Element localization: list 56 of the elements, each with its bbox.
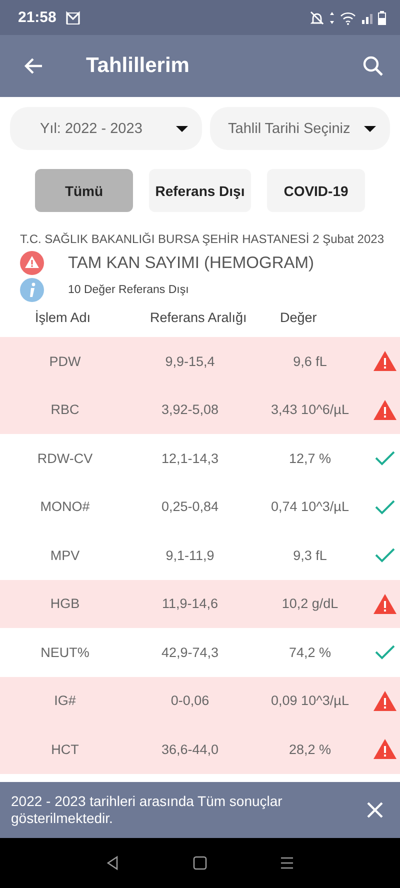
filter-tab[interactable]: Referans Dışı bbox=[149, 169, 251, 212]
result-value: 10,2 g/dL bbox=[282, 596, 338, 612]
report-date: 2 Şubat 2023 bbox=[312, 232, 384, 246]
battery-icon bbox=[378, 10, 386, 24]
test-name: HCT bbox=[51, 742, 79, 757]
column-header: Referans Aralığı bbox=[150, 310, 248, 325]
close-button[interactable] bbox=[366, 801, 384, 819]
test-name: MONO# bbox=[40, 499, 90, 514]
result-value: 28,2 % bbox=[288, 742, 332, 757]
reference-range: 11,9-14,6 bbox=[162, 596, 218, 612]
result-value: 9,3 fL bbox=[293, 548, 327, 563]
reference-range: 36,6-44,0 bbox=[161, 742, 219, 757]
filter-tab[interactable]: COVID-19 bbox=[267, 169, 365, 212]
search-icon bbox=[362, 55, 384, 77]
snackbar-message: 2022 - 2023 tarihleri arasında Tüm sonuçlar gösterilmektedir. bbox=[11, 793, 284, 827]
out-of-range-count: 10 Değer Referans Dışı bbox=[68, 284, 189, 296]
result-value: 3,43 10^6/µL bbox=[271, 402, 349, 418]
clock: 21:58 bbox=[18, 9, 56, 26]
result-value: 0,74 10^3/µL bbox=[271, 499, 349, 514]
hospital-name: T.C. SAĞLIK BAKANLIĞI BURSA ŞEHİR HASTANESİ bbox=[20, 232, 310, 246]
reference-range: 3,92-5,08 bbox=[161, 402, 219, 418]
caret-icon bbox=[364, 126, 376, 132]
test-title: TAM KAN SAYIMI (HEMOGRAM) bbox=[68, 254, 314, 272]
test-name: RBC bbox=[50, 402, 80, 418]
test-name: PDW bbox=[49, 354, 81, 369]
info-icon bbox=[20, 278, 44, 302]
test-name: MPV bbox=[50, 548, 80, 563]
result-value: 12,7 % bbox=[288, 450, 332, 466]
screen-title: Tahlillerim bbox=[86, 54, 190, 78]
result-value: 0,09 10^3/µL bbox=[271, 693, 349, 708]
recents-icon bbox=[278, 855, 295, 871]
test-name: HGB bbox=[50, 596, 80, 612]
reference-range: 9,1-11,9 bbox=[166, 548, 214, 563]
data-arrows-icon bbox=[329, 10, 335, 24]
warning-icon bbox=[20, 251, 44, 275]
reference-range: 0-0,06 bbox=[170, 693, 210, 708]
dropdown[interactable]: Yıl: 2022 - 2023 bbox=[10, 107, 202, 150]
result-value: 9,6 fL bbox=[293, 354, 327, 369]
bell-off-icon bbox=[310, 10, 324, 24]
column-header: Değer bbox=[280, 310, 318, 325]
reference-range: 9,9-15,4 bbox=[165, 354, 215, 369]
test-name: RDW-CV bbox=[37, 450, 93, 466]
close-icon bbox=[366, 801, 384, 819]
test-name: IG# bbox=[54, 693, 76, 708]
dropdown[interactable]: Tahlil Tarihi Seçiniz bbox=[210, 107, 390, 150]
caret-icon bbox=[176, 126, 188, 132]
column-header: İşlem Adı bbox=[35, 310, 92, 325]
reference-range: 42,9-74,3 bbox=[161, 644, 219, 660]
mail-icon bbox=[66, 10, 80, 24]
test-name: NEUT% bbox=[40, 644, 90, 660]
wifi-icon bbox=[340, 10, 356, 24]
home-icon bbox=[192, 855, 208, 871]
reference-range: 0,25-0,84 bbox=[161, 499, 219, 514]
result-value: 74,2 % bbox=[288, 644, 332, 660]
reference-range: 12,1-14,3 bbox=[161, 450, 219, 466]
filter-tab[interactable]: Tümü bbox=[35, 169, 133, 212]
